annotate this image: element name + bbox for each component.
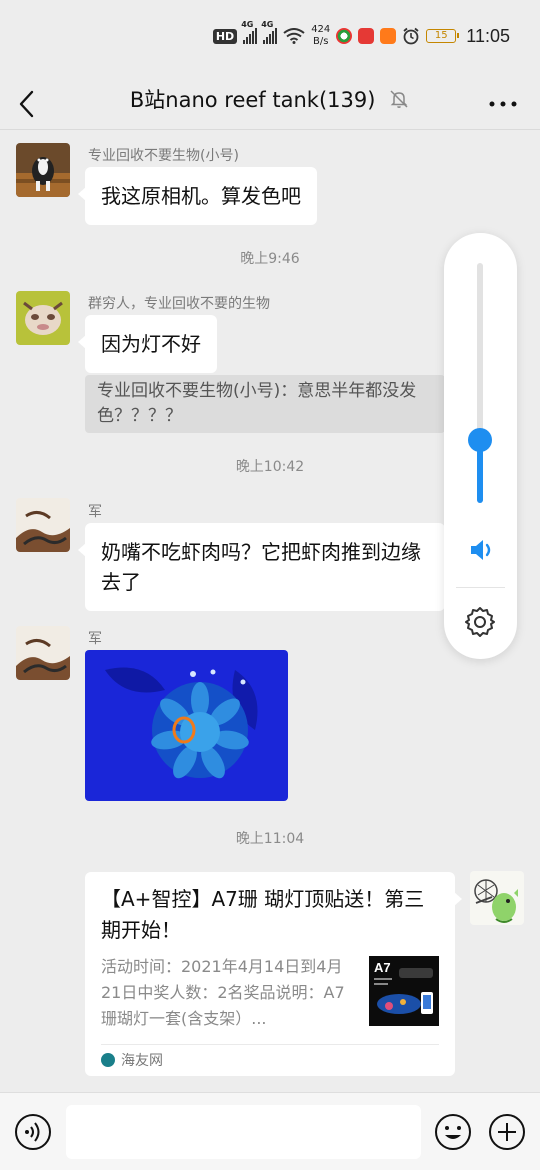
sender-name: 军	[88, 504, 102, 520]
card-source: 海友网	[101, 1050, 163, 1070]
message-bubble[interactable]: 因为灯不好	[78, 315, 217, 373]
signal-icon: 4G	[241, 20, 258, 44]
divider	[456, 587, 505, 588]
clock: 11:05	[466, 25, 510, 46]
timestamp: 晚上11:04	[235, 831, 305, 847]
voice-icon[interactable]	[14, 1113, 52, 1151]
source-logo-icon	[101, 1053, 115, 1067]
divider	[101, 1044, 439, 1045]
volume-thumb[interactable]	[468, 428, 492, 452]
input-bar	[0, 1092, 540, 1170]
image-message[interactable]	[85, 650, 288, 801]
card-title: 【A+智控】A7珊 瑚灯顶贴送！第三期开始！	[101, 887, 425, 942]
net-speed: 424 B/s	[311, 24, 331, 47]
emoji-icon[interactable]	[434, 1113, 472, 1151]
more-icon[interactable]	[488, 94, 518, 114]
signal-icon: 4G	[261, 20, 278, 44]
sender-name: 专业回收不要生物(小号)	[88, 148, 239, 164]
source-name: 海友网	[121, 1053, 163, 1069]
gear-icon[interactable]	[463, 605, 497, 639]
avatar[interactable]	[16, 143, 70, 197]
chat-title: B站nano reef tank(139)	[0, 84, 540, 114]
battery-icon: 15	[426, 29, 460, 43]
sender-name: 军	[88, 631, 102, 647]
plus-icon[interactable]	[488, 1113, 526, 1151]
avatar[interactable]	[16, 626, 70, 680]
card-thumbnail: A7	[369, 956, 439, 1026]
avatar[interactable]	[16, 291, 70, 345]
mute-bell-icon	[390, 90, 408, 108]
card-thumb-label: A7	[374, 960, 391, 975]
card-description: 活动时间：2021年4月14日到4月21日中奖人数：2名奖品说明：A7珊瑚灯一套…	[101, 957, 345, 1028]
volume-slider[interactable]	[468, 263, 492, 503]
message-bubble[interactable]: 奶嘴不吃虾肉吗？它把虾肉推到边缘去了	[78, 523, 445, 611]
sender-name: 群穷人，专业回收不要的生物	[88, 296, 270, 312]
wifi-icon	[283, 28, 305, 44]
my-avatar[interactable]	[470, 871, 524, 925]
volume-panel	[444, 233, 517, 659]
link-card[interactable]: 【A+智控】A7珊 瑚灯顶贴送！第三期开始！ 活动时间：2021年4月14日到4…	[85, 872, 462, 1076]
message-bubble[interactable]: 我这原相机。算发色吧	[78, 167, 317, 225]
group-name: B站nano reef tank(139)	[129, 88, 376, 112]
app-notify-icon	[380, 28, 397, 44]
app-notify-icon	[358, 28, 375, 44]
alarm-icon	[403, 27, 419, 45]
avatar[interactable]	[16, 498, 70, 552]
quoted-message[interactable]: 专业回收不要生物(小号)：意思半年都没发色？？？？	[85, 375, 445, 433]
speaker-icon[interactable]	[467, 536, 495, 564]
hd-badge: HD	[212, 28, 238, 44]
app-notify-icon	[336, 28, 353, 44]
chat-header: B站nano reef tank(139)	[0, 78, 540, 130]
message-input[interactable]	[66, 1105, 421, 1159]
status-bar: HD 4G 4G 424 B/s 15 11:05	[0, 0, 540, 78]
